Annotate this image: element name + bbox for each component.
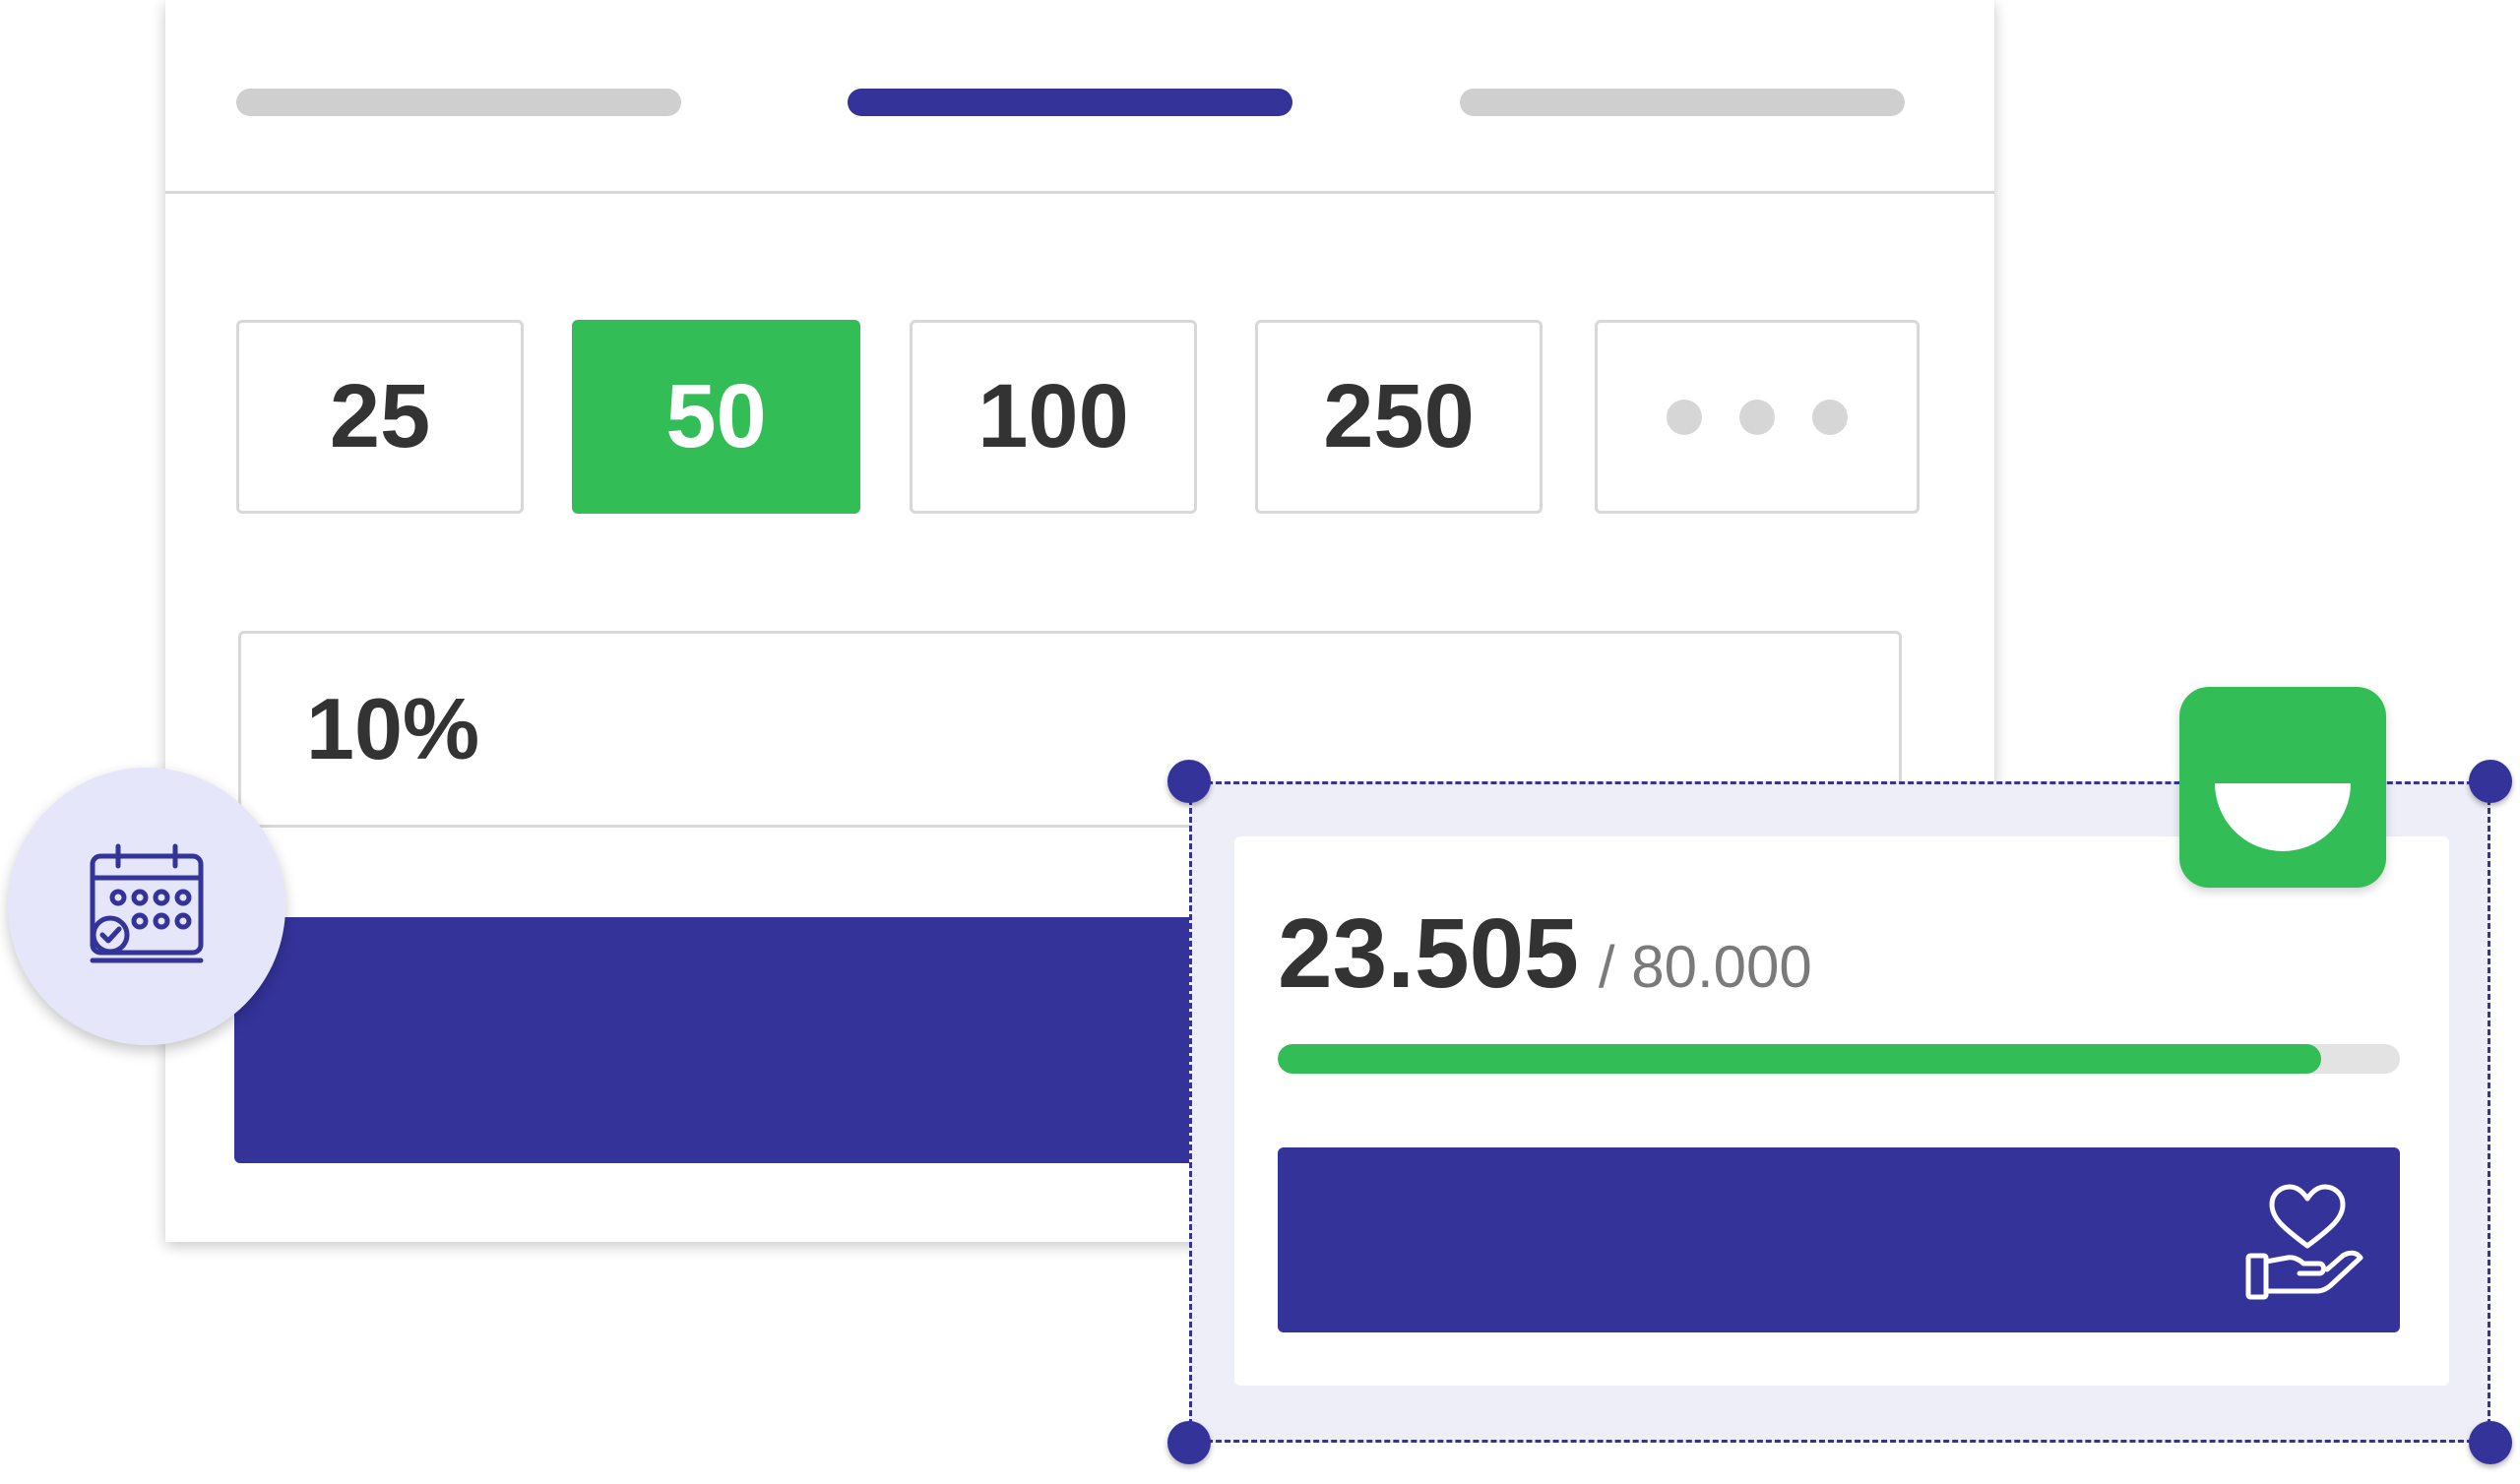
- calendar-badge: [8, 768, 285, 1045]
- step-indicator-1[interactable]: [236, 89, 681, 116]
- raised-amount: 23.505: [1278, 898, 1579, 1009]
- smile-logo-icon: [2215, 783, 2351, 851]
- heart-hand-icon: [2245, 1184, 2363, 1300]
- amount-option-250[interactable]: 250: [1255, 320, 1543, 514]
- progress-bar-fill: [1278, 1044, 2322, 1074]
- amount-option-100[interactable]: 100: [910, 320, 1197, 514]
- progress-bar: [1278, 1044, 2400, 1074]
- calendar-check-icon: [90, 843, 204, 963]
- amount-option-25[interactable]: 25: [236, 320, 524, 514]
- step-indicator-3[interactable]: [1460, 89, 1905, 116]
- resize-handle-top-right[interactable]: [2469, 760, 2512, 803]
- more-amounts-button[interactable]: [1595, 320, 1920, 514]
- donate-button[interactable]: [1278, 1147, 2400, 1332]
- more-dots-icon: [1667, 399, 1848, 435]
- resize-handle-bottom-right[interactable]: [2469, 1421, 2512, 1464]
- resize-handle-top-left[interactable]: [1167, 760, 1211, 803]
- amount-option-50-selected[interactable]: 50: [572, 320, 860, 514]
- brand-badge: [2179, 687, 2386, 888]
- step-divider: [165, 191, 1994, 194]
- resize-handle-bottom-left[interactable]: [1167, 1421, 1211, 1464]
- step-indicator-2-active[interactable]: [848, 89, 1292, 116]
- progress-amounts: 23.505 / 80.000: [1278, 897, 1812, 1011]
- percent-value: 10%: [306, 680, 480, 777]
- goal-amount: / 80.000: [1598, 934, 1812, 1000]
